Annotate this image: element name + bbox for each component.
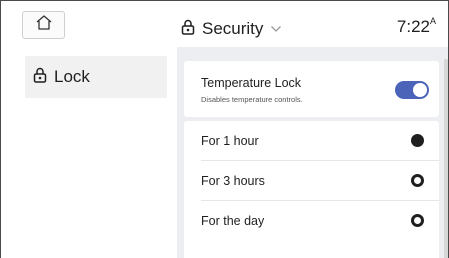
scrollbar[interactable] [444, 59, 448, 258]
sidebar-item-label: Lock [54, 67, 90, 86]
lock-icon [33, 67, 47, 88]
home-button[interactable] [22, 11, 65, 39]
temperature-lock-card: Temperature Lock Disables temperature co… [184, 61, 439, 117]
sidebar-item-lock[interactable]: Lock [25, 56, 167, 98]
clock-suffix: A [429, 16, 436, 26]
temperature-lock-title: Temperature Lock [201, 76, 302, 90]
option-label: For 1 hour [201, 133, 259, 148]
home-icon [35, 14, 53, 36]
top-bar: Security 7:22A [1, 1, 448, 43]
lock-icon [181, 19, 195, 40]
option-1-hour[interactable]: For 1 hour [184, 121, 439, 160]
option-for-the-day[interactable]: For the day [184, 201, 439, 240]
radio-selected[interactable] [411, 134, 424, 147]
duration-options-list: For 1 hour For 3 hours For the day [184, 121, 439, 258]
app-frame: Security 7:22A Lock Temperature Lock Dis… [0, 0, 449, 258]
option-label: For 3 hours [201, 173, 265, 188]
chevron-down-icon [270, 20, 282, 38]
title-dropdown[interactable]: Security [181, 15, 282, 43]
toggle-knob [413, 83, 427, 97]
option-3-hours[interactable]: For 3 hours [184, 161, 439, 200]
main-panel: Temperature Lock Disables temperature co… [177, 47, 448, 258]
option-label: For the day [201, 213, 265, 228]
radio-unselected[interactable] [411, 214, 424, 227]
sidebar: Lock [1, 43, 177, 258]
radio-unselected[interactable] [411, 174, 424, 187]
clock: 7:22A [396, 16, 436, 37]
page-title: Security [202, 19, 264, 38]
temperature-lock-toggle[interactable] [395, 81, 429, 99]
clock-time: 7:22 [396, 17, 430, 36]
temperature-lock-subtitle: Disables temperature controls. [201, 95, 303, 104]
